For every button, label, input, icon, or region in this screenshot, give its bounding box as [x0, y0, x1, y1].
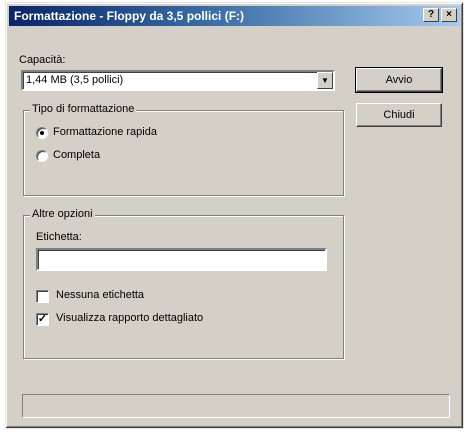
quick-format-label[interactable]: Formattazione rapida — [53, 126, 157, 138]
no-label-text[interactable]: Nessuna etichetta — [56, 289, 144, 301]
close-button[interactable]: Chiudi — [356, 103, 442, 127]
check-icon: ✓ — [37, 313, 48, 325]
capacity-select[interactable]: 1,44 MB (3,5 pollici) ▼ — [21, 70, 335, 91]
close-window-button[interactable]: × — [441, 8, 457, 22]
no-label-checkbox[interactable] — [36, 290, 49, 303]
start-button[interactable]: Avvio — [355, 67, 443, 93]
detailed-report-checkbox[interactable]: ✓ — [36, 313, 49, 326]
full-format-label[interactable]: Completa — [53, 149, 100, 161]
full-format-radio[interactable] — [36, 150, 48, 162]
volume-label-caption: Etichetta: — [36, 231, 82, 243]
progress-bar — [22, 394, 450, 418]
help-button[interactable]: ? — [423, 8, 439, 22]
window-title: Formattazione - Floppy da 3,5 pollici (F… — [14, 9, 245, 23]
capacity-value: 1,44 MB (3,5 pollici) — [26, 74, 124, 86]
capacity-label: Capacità: — [19, 54, 66, 66]
format-type-legend: Tipo di formattazione — [30, 103, 137, 115]
other-options-legend: Altre opzioni — [30, 208, 95, 220]
volume-label-input[interactable] — [36, 248, 327, 271]
detailed-report-text[interactable]: Visualizza rapporto dettagliato — [56, 312, 203, 324]
radio-selected-dot — [40, 131, 44, 135]
quick-format-radio[interactable] — [36, 127, 48, 139]
chevron-down-icon[interactable]: ▼ — [317, 72, 333, 89]
title-bar[interactable]: Formattazione - Floppy da 3,5 pollici (F… — [9, 6, 460, 26]
